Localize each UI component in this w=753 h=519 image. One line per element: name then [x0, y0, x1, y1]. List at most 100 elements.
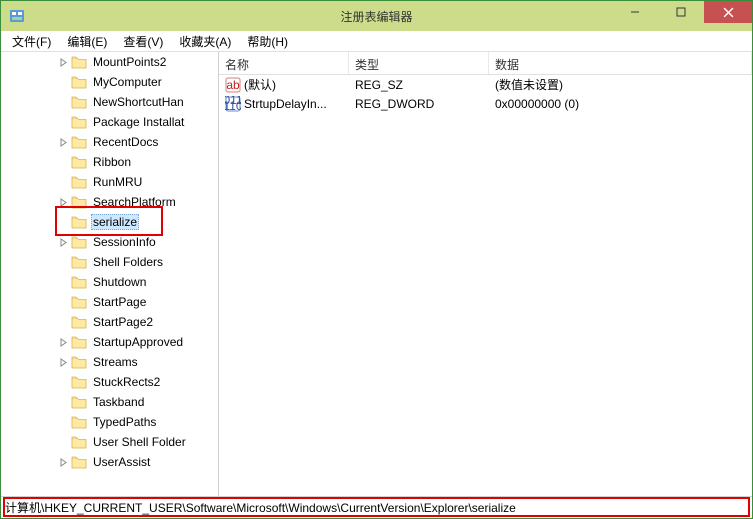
titlebar[interactable]: 注册表编辑器 [1, 1, 752, 31]
tree-item-label: StartPage [91, 294, 148, 310]
expand-toggle-icon[interactable] [57, 356, 69, 368]
column-header-data[interactable]: 数据 [489, 52, 752, 74]
body: MountPoints2 MyComputer NewShortcutHan Pack… [1, 52, 752, 496]
menu-help[interactable]: 帮助(H) [240, 31, 295, 52]
values-pane: 名称 类型 数据 ab(默认)REG_SZ(数值未设置)011110Strtup… [219, 52, 752, 496]
minimize-button[interactable] [612, 1, 658, 23]
value-row[interactable]: 011110StrtupDelayIn... REG_DWORD0x0000000… [219, 94, 752, 113]
folder-icon [71, 155, 87, 169]
folder-icon [71, 175, 87, 189]
tree-item-label: MountPoints2 [91, 54, 168, 70]
tree-item[interactable]: MountPoints2 [1, 52, 218, 72]
list-header: 名称 类型 数据 [219, 52, 752, 75]
tree-item[interactable]: serialize [1, 212, 218, 232]
folder-icon [71, 455, 87, 469]
folder-icon [71, 415, 87, 429]
column-header-type[interactable]: 类型 [349, 52, 489, 74]
tree-item-label: StuckRects2 [91, 374, 162, 390]
value-type-icon: 011110 [225, 96, 241, 112]
folder-icon [71, 275, 87, 289]
folder-icon [71, 315, 87, 329]
tree-item-label: StartPage2 [91, 314, 155, 330]
value-type: REG_SZ [349, 78, 489, 92]
expand-toggle-icon[interactable] [57, 136, 69, 148]
tree-item[interactable]: RunMRU [1, 172, 218, 192]
menu-edit[interactable]: 编辑(E) [60, 31, 114, 52]
tree-item[interactable]: Package Installat [1, 112, 218, 132]
tree-item[interactable]: SearchPlatform [1, 192, 218, 212]
folder-icon [71, 375, 87, 389]
tree-item-label: StartupApproved [91, 334, 185, 350]
tree-scroll[interactable]: MountPoints2 MyComputer NewShortcutHan Pack… [1, 52, 218, 496]
column-header-name[interactable]: 名称 [219, 52, 349, 74]
folder-icon [71, 95, 87, 109]
tree-item-label: User Shell Folder [91, 434, 188, 450]
tree-item[interactable]: SessionInfo [1, 232, 218, 252]
menubar: 文件(F) 编辑(E) 查看(V) 收藏夹(A) 帮助(H) [1, 31, 752, 52]
tree-item-label: RecentDocs [91, 134, 160, 150]
tree-item[interactable]: StuckRects2 [1, 372, 218, 392]
tree-pane: MountPoints2 MyComputer NewShortcutHan Pack… [1, 52, 219, 496]
folder-icon [71, 235, 87, 249]
expand-toggle-icon[interactable] [57, 456, 69, 468]
svg-text:110: 110 [225, 99, 241, 112]
tree-item-label: Ribbon [91, 154, 133, 170]
folder-icon [71, 135, 87, 149]
app-icon [9, 8, 25, 24]
window-title: 注册表编辑器 [340, 8, 412, 25]
close-button[interactable] [704, 1, 752, 23]
expand-toggle-icon[interactable] [57, 56, 69, 68]
value-type-icon: ab [225, 77, 241, 93]
tree-item-label: MyComputer [91, 74, 164, 90]
registry-editor-window: 注册表编辑器 文件(F) 编辑(E) 查看(V) 收藏夹(A) 帮助(H) Mo… [0, 0, 753, 519]
tree-item[interactable]: MyComputer [1, 72, 218, 92]
value-name: (默认) [244, 76, 276, 93]
tree-item[interactable]: NewShortcutHan [1, 92, 218, 112]
tree-item-label: RunMRU [91, 174, 144, 190]
tree-item[interactable]: UserAssist [1, 452, 218, 472]
value-type: REG_DWORD [349, 97, 489, 111]
menu-file[interactable]: 文件(F) [5, 31, 58, 52]
tree-item[interactable]: User Shell Folder [1, 432, 218, 452]
maximize-button[interactable] [658, 1, 704, 23]
tree-item[interactable]: Shell Folders [1, 252, 218, 272]
tree-item[interactable]: Shutdown [1, 272, 218, 292]
tree-item[interactable]: StartPage2 [1, 312, 218, 332]
tree-item[interactable]: Ribbon [1, 152, 218, 172]
tree-item-label: UserAssist [91, 454, 152, 470]
expand-toggle-icon[interactable] [57, 196, 69, 208]
folder-icon [71, 55, 87, 69]
tree-item[interactable]: StartupApproved [1, 332, 218, 352]
value-name: StrtupDelayIn... [244, 97, 327, 111]
folder-icon [71, 195, 87, 209]
expand-toggle-icon[interactable] [57, 336, 69, 348]
value-row[interactable]: ab (默认) REG_SZ(数值未设置) [219, 75, 752, 94]
tree-item-label: serialize [91, 214, 139, 230]
folder-icon [71, 115, 87, 129]
expand-toggle-icon[interactable] [57, 236, 69, 248]
tree-item[interactable]: TypedPaths [1, 412, 218, 432]
folder-icon [71, 435, 87, 449]
statusbar: 计算机\HKEY_CURRENT_USER\Software\Microsoft… [1, 496, 752, 518]
menu-view[interactable]: 查看(V) [116, 31, 170, 52]
value-data: (数值未设置) [489, 76, 752, 93]
tree-item[interactable]: Streams [1, 352, 218, 372]
menu-favorites[interactable]: 收藏夹(A) [172, 31, 238, 52]
tree-item[interactable]: Taskband [1, 392, 218, 412]
tree-item-label: SearchPlatform [91, 194, 178, 210]
tree-item[interactable]: StartPage [1, 292, 218, 312]
folder-icon [71, 295, 87, 309]
folder-icon [71, 75, 87, 89]
tree-item-label: TypedPaths [91, 414, 158, 430]
registry-tree[interactable]: MountPoints2 MyComputer NewShortcutHan Pack… [1, 52, 218, 472]
tree-item[interactable]: RecentDocs [1, 132, 218, 152]
tree-item-label: Package Installat [91, 114, 186, 130]
svg-text:ab: ab [226, 78, 240, 92]
tree-item-label: Shutdown [91, 274, 148, 290]
window-controls [612, 1, 752, 31]
value-data: 0x00000000 (0) [489, 97, 752, 111]
values-list[interactable]: ab(默认)REG_SZ(数值未设置)011110StrtupDelayIn..… [219, 75, 752, 496]
tree-item-label: Shell Folders [91, 254, 165, 270]
folder-icon [71, 355, 87, 369]
status-path: 计算机\HKEY_CURRENT_USER\Software\Microsoft… [5, 499, 516, 516]
